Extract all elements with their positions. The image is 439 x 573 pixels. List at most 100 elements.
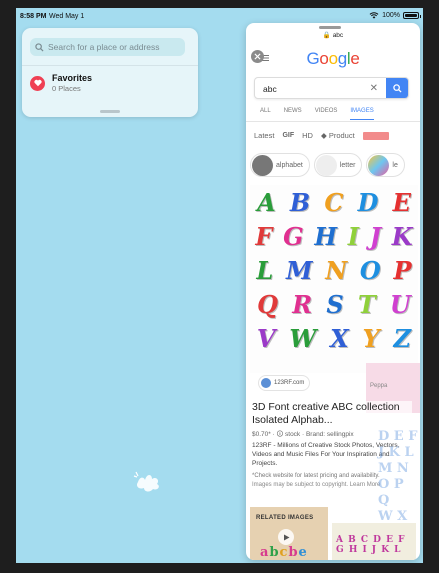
url-bar[interactable]: 🔒 abc: [246, 31, 420, 42]
chip-thumbnail: [252, 154, 273, 176]
status-date: Wed May 1: [49, 13, 85, 20]
abc-letter: P: [393, 256, 412, 285]
globe-icon: [261, 378, 271, 388]
abc-letter: B: [289, 188, 311, 217]
status-bar: 8:58 PM Wed May 1 100%: [16, 8, 423, 24]
google-logo-letter: G: [306, 49, 320, 68]
search-tabs: ALL NEWS VIDEOS IMAGES: [260, 108, 410, 120]
chip-label: letter: [339, 161, 356, 169]
favorites-count: 0 Places: [52, 84, 81, 93]
abc-row: FGHIJK: [250, 221, 418, 253]
tab-news[interactable]: NEWS: [284, 108, 302, 120]
chip-more[interactable]: le: [366, 153, 405, 177]
related-abc-letter: e: [298, 545, 308, 560]
source-link[interactable]: 123RF.com: [258, 375, 311, 391]
tag-icon: ◆: [320, 131, 329, 140]
divider: [246, 121, 420, 122]
filter-color-swatch[interactable]: [362, 131, 389, 140]
google-logo[interactable]: Google: [246, 49, 420, 69]
abc-letter: H: [314, 222, 338, 251]
search-submit-button[interactable]: [386, 78, 408, 98]
related-image-thumbnail[interactable]: A B C D E F G H I J K L: [332, 523, 416, 560]
abc-letter: G: [283, 222, 304, 251]
ipad-screen: 8:58 PM Wed May 1 100% Search for a plac…: [16, 8, 423, 563]
abc-letter: T: [357, 290, 376, 319]
maps-search-placeholder: Search for a place or address: [48, 42, 160, 52]
related-images-thumbnail[interactable]: RELATED IMAGES abcbe: [250, 507, 328, 560]
abc-letter: Y: [362, 324, 380, 353]
related-abc-letter: b: [288, 545, 299, 560]
favorites-row[interactable]: Favorites 0 Places: [30, 73, 92, 93]
slide-over-grabber[interactable]: [319, 26, 341, 29]
abc-letter: W: [289, 324, 317, 353]
maps-search-field[interactable]: Search for a place or address: [30, 38, 185, 56]
battery-icon: [403, 12, 421, 19]
abc-letter: K: [391, 222, 413, 251]
favorites-text: Favorites 0 Places: [52, 73, 92, 93]
tab-videos[interactable]: VIDEOS: [315, 108, 338, 120]
close-button[interactable]: [251, 50, 264, 63]
abc-letter: R: [292, 290, 313, 319]
chip-label: alphabet: [276, 161, 303, 169]
maps-search-card: Search for a place or address Favorites …: [22, 28, 198, 117]
related-abc-text: A B C D E F G H I J K L: [336, 535, 406, 555]
abc-letter: C: [324, 188, 344, 217]
google-logo-letter: e: [350, 49, 360, 68]
close-icon: [254, 53, 261, 60]
play-button[interactable]: [278, 529, 294, 545]
abc-letter: Z: [393, 324, 412, 353]
abc-letter: L: [256, 256, 274, 285]
abc-letter: X: [330, 324, 349, 353]
abc-letter: I: [347, 222, 359, 251]
favorites-title: Favorites: [52, 73, 93, 83]
dragged-item-icon[interactable]: [132, 468, 164, 494]
related-search-chips: alphabet letter le: [250, 153, 420, 179]
divider: [22, 65, 198, 66]
safari-slide-over: 🔒 abc Google abc ✕ ALL NEWS VIDEOS IMAGES: [246, 23, 420, 560]
background-letter-line: J K L: [378, 445, 414, 460]
side-image-label: Peppa: [370, 383, 388, 389]
google-search-input[interactable]: abc ✕: [254, 77, 409, 99]
chip-label: le: [392, 161, 398, 169]
abc-row: LMNOP: [250, 255, 418, 287]
background-letter-line: M N O P Q: [378, 461, 409, 508]
abc-letter: F: [255, 222, 273, 251]
abc-letter: U: [389, 290, 411, 319]
abc-letter: D: [357, 188, 379, 217]
abc-letter: V: [256, 324, 276, 353]
filter-hd[interactable]: HD: [302, 131, 313, 140]
filter-product-label: Product: [328, 131, 355, 140]
battery-level: [405, 14, 417, 17]
abc-row: ABCDE: [250, 187, 418, 219]
background-letter-art: D E FJ K LM N O P QW X Y Z: [378, 429, 418, 540]
status-time: 8:58 PM: [20, 13, 47, 20]
play-icon: [283, 534, 289, 540]
result-title[interactable]: 3D Font creative ABC collection Isolated…: [252, 401, 412, 427]
abc-letter: S: [326, 290, 344, 319]
tab-images[interactable]: IMAGES: [350, 108, 374, 120]
google-logo-letter: o: [319, 49, 329, 68]
chip-thumbnail: [315, 154, 337, 176]
source-name: 123RF.com: [274, 380, 305, 386]
filter-latest[interactable]: Latest: [254, 131, 274, 140]
wifi-icon: [369, 12, 379, 19]
chip-letter[interactable]: letter: [313, 153, 363, 177]
abc-letter: E: [392, 188, 411, 217]
abc-letter: J: [369, 222, 382, 251]
filter-product[interactable]: ◆ Product: [321, 131, 355, 140]
image-filter-row: Latest GIF HD ◆ Product: [254, 131, 414, 140]
abc-row: QRSTU: [250, 289, 418, 321]
battery-percent: 100%: [382, 12, 400, 19]
status-indicators: 100%: [369, 12, 421, 19]
abc-letter: O: [359, 256, 381, 285]
abc-row: VWXYZ: [250, 323, 418, 355]
background-letter-line: D E F: [378, 429, 418, 444]
card-grabber-handle[interactable]: [100, 110, 120, 113]
abc-3d-letters-image[interactable]: ABCDEFGHIJKLMNOPQRSTUVWXYZ: [250, 185, 418, 373]
tab-all[interactable]: ALL: [260, 108, 271, 120]
chip-alphabet[interactable]: alphabet: [250, 153, 310, 177]
filter-gif[interactable]: GIF: [282, 132, 294, 139]
search-icon: [35, 42, 44, 52]
clear-icon[interactable]: ✕: [370, 83, 378, 94]
related-abc-letter: b: [269, 545, 280, 560]
